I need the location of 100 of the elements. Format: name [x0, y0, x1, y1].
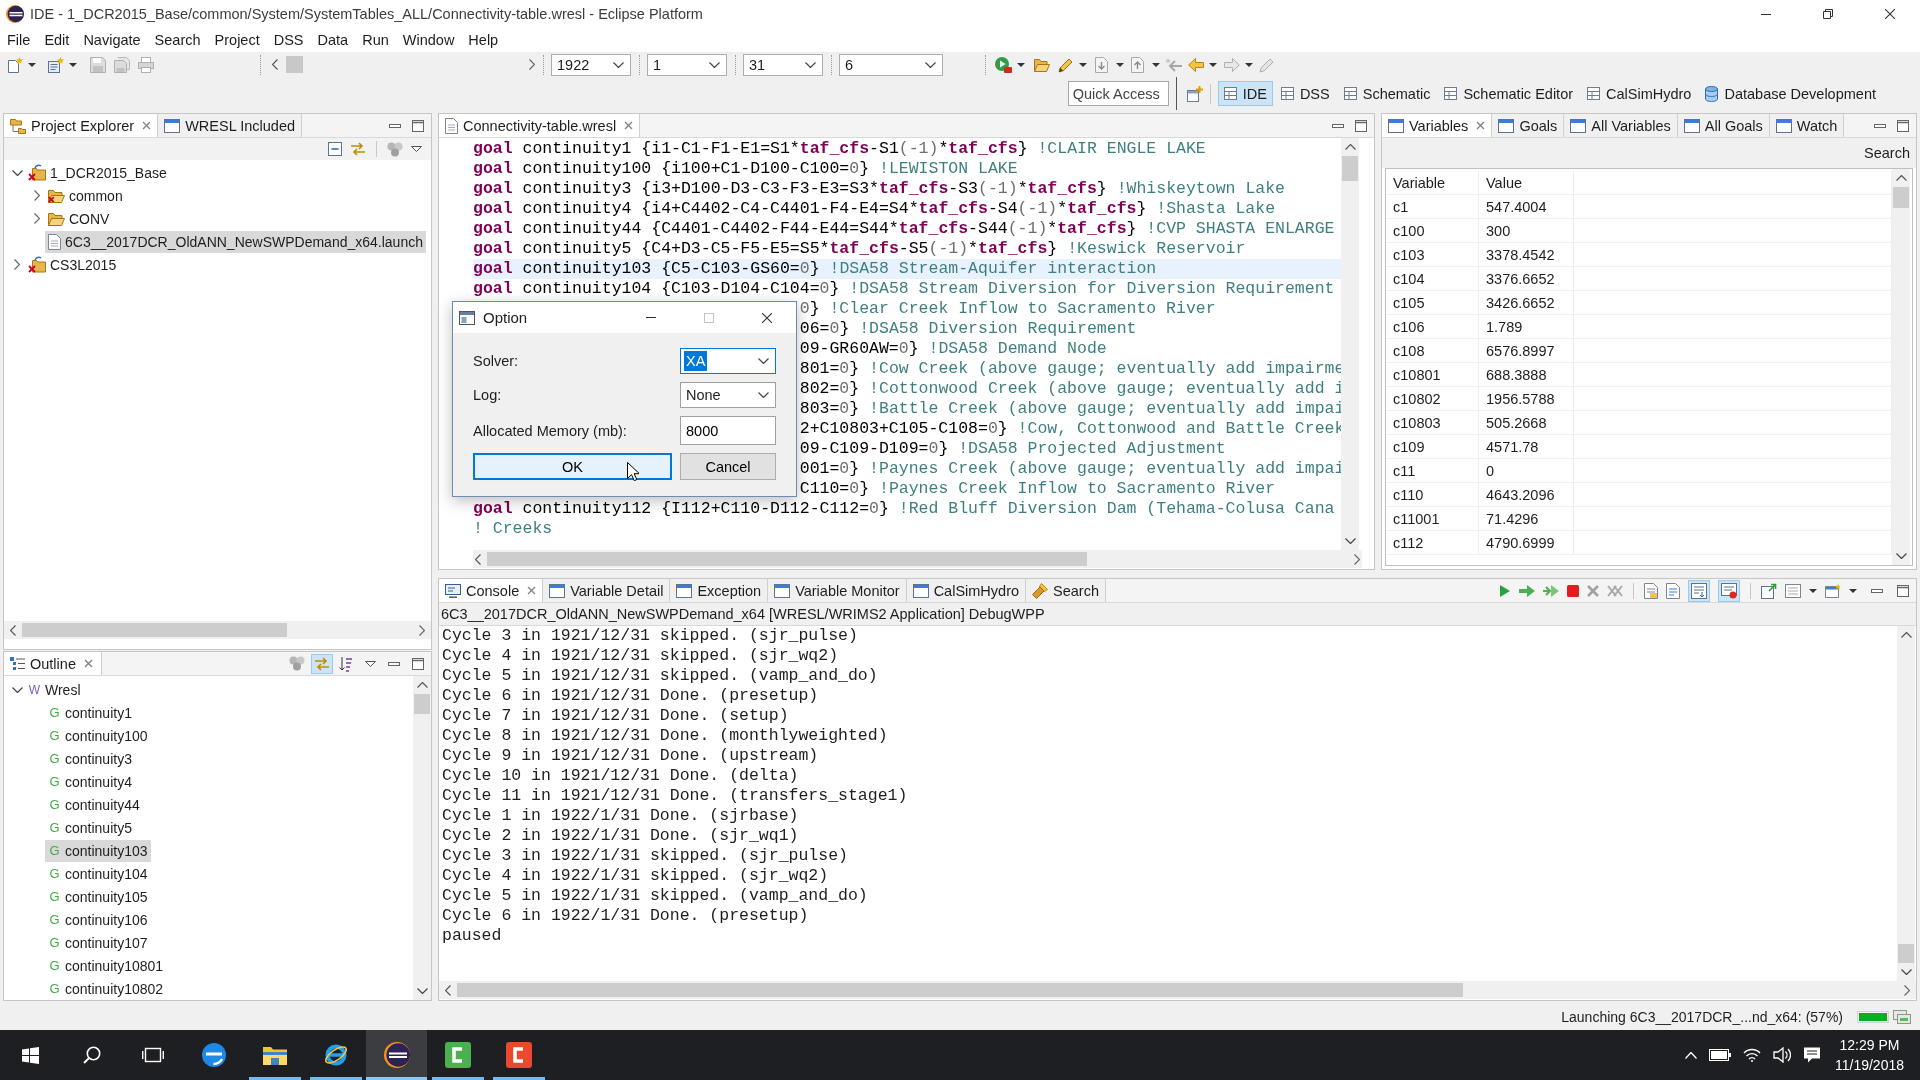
scroll-left-icon[interactable] [445, 984, 451, 996]
tree-item[interactable]: CONV [45, 207, 113, 230]
chevron-right-icon[interactable] [14, 259, 20, 270]
dropdown-arrow-icon[interactable] [1152, 62, 1160, 67]
column-header[interactable]: Value [1479, 171, 1574, 194]
horizontal-scrollbar[interactable] [439, 981, 1916, 999]
back-star-arrow-icon[interactable] [1165, 57, 1182, 72]
tree-item[interactable]: G continuity10802 [45, 977, 167, 1000]
menu-item[interactable]: Window [402, 32, 455, 48]
chevron-right-icon[interactable] [34, 190, 40, 201]
tree-item[interactable]: CS3L2015 [25, 253, 120, 276]
stop-icon[interactable] [1567, 584, 1579, 597]
scrollbar-thumb[interactable] [457, 983, 1463, 997]
scrollbar-thumb[interactable] [414, 694, 430, 714]
tree-item[interactable]: G continuity103 [45, 839, 151, 862]
menu-item[interactable]: Navigate [83, 32, 141, 48]
toggle-button[interactable] [1688, 579, 1710, 602]
scroll-down-icon[interactable] [1895, 553, 1907, 559]
minimize-icon[interactable] [1874, 123, 1886, 128]
wifi-icon[interactable] [1742, 1048, 1761, 1062]
volume-icon[interactable] [1772, 1047, 1791, 1063]
perspective-button[interactable]: Database Development [1699, 81, 1882, 106]
tree-item[interactable]: G continuity100 [45, 724, 151, 747]
notification-icon[interactable] [1802, 1046, 1821, 1064]
taskbar-button[interactable] [366, 1030, 427, 1080]
tree-item[interactable]: G continuity105 [45, 885, 151, 908]
dropdown[interactable]: XA [680, 348, 776, 374]
tree-item[interactable]: G continuity107 [45, 931, 151, 954]
dialog-button[interactable]: Cancel [680, 453, 776, 480]
restore-icon[interactable] [1823, 9, 1833, 19]
tree-item[interactable]: G continuity104 [45, 862, 151, 885]
editor-tab[interactable]: Connectivity-table.wresl [439, 114, 641, 137]
view-tab[interactable]: Variable Monitor [768, 579, 907, 602]
dropdown-arrow-icon[interactable] [1245, 62, 1253, 67]
tree-item[interactable]: G continuity44 [45, 793, 143, 816]
dropdown[interactable]: 31 [743, 53, 823, 76]
view-tab[interactable]: Goals [1492, 114, 1565, 137]
clock-date[interactable]: 11/19/2018 [1834, 1055, 1904, 1075]
maximize-icon[interactable] [412, 119, 424, 132]
scroll-down-icon[interactable] [1344, 538, 1356, 544]
menu-item[interactable]: Project [214, 32, 260, 48]
scroll-up-icon[interactable] [416, 682, 428, 688]
play-icon[interactable] [1499, 583, 1511, 598]
vertical-scrollbar[interactable] [413, 676, 431, 1000]
perspective-button[interactable]: Schematic Editor [1438, 81, 1580, 106]
chevron-down-icon[interactable] [11, 686, 23, 693]
view-tab[interactable]: Search [1026, 579, 1106, 602]
dropdown-arrow-icon[interactable] [1849, 588, 1857, 593]
vertical-scrollbar[interactable] [1892, 169, 1910, 565]
new-file-icon[interactable] [7, 56, 23, 73]
battery-icon[interactable] [1708, 1049, 1731, 1061]
dropdown-arrow-icon[interactable] [28, 62, 36, 67]
tree-item[interactable]: G continuity106 [45, 908, 151, 931]
horizontal-scrollbar[interactable] [473, 550, 1362, 568]
page-lines-icon[interactable] [1666, 582, 1680, 599]
perspective-button[interactable]: CalSimHydro [1581, 81, 1698, 106]
scrollbar-thumb[interactable] [1893, 187, 1909, 208]
scroll-right-icon[interactable] [1904, 984, 1910, 996]
dropdown-arrow-icon[interactable] [1209, 62, 1217, 67]
dropdown-arrow-icon[interactable] [1809, 588, 1817, 593]
tree-item[interactable]: G continuity4 [45, 770, 135, 793]
dropdown-arrow-icon[interactable] [1017, 62, 1025, 67]
close-icon[interactable] [1885, 9, 1895, 19]
horizontal-scrollbar[interactable] [4, 621, 431, 639]
view-tab[interactable]: WRESL Included [158, 114, 303, 137]
tree-item[interactable]: common [45, 184, 126, 207]
minimize-icon[interactable] [1761, 13, 1771, 15]
maximize-icon[interactable] [1897, 119, 1909, 132]
view-tab[interactable]: Console [439, 579, 544, 602]
close-icon[interactable] [762, 312, 772, 323]
menu-item[interactable]: DSS [273, 32, 304, 48]
scroll-up-icon[interactable] [1344, 144, 1356, 150]
view-menu-icon[interactable] [365, 660, 376, 667]
maximize-icon[interactable] [412, 657, 424, 670]
view-tab[interactable]: Watch [1769, 114, 1845, 137]
menu-item[interactable]: Help [468, 32, 499, 48]
new-document-icon[interactable] [48, 56, 64, 73]
tree-item[interactable]: W Wresl [25, 678, 84, 701]
view-tab[interactable]: Exception [670, 579, 769, 602]
quick-access-field[interactable]: Quick Access [1067, 81, 1169, 106]
chevron-right-icon[interactable] [529, 59, 535, 70]
new-window-icon[interactable] [1825, 583, 1841, 598]
vertical-scrollbar[interactable] [1897, 626, 1915, 981]
chevron-down-icon[interactable] [11, 169, 23, 176]
scrollbar-thumb[interactable] [1342, 156, 1358, 181]
search-label[interactable]: Search [1864, 145, 1910, 161]
view-tab[interactable]: Variables [1382, 114, 1493, 137]
scrollbar-thumb[interactable] [487, 552, 1087, 566]
dialog-button[interactable]: OK [473, 453, 672, 480]
tree-item[interactable]: G continuity5 [45, 816, 135, 839]
collapse-all-icon[interactable] [328, 142, 342, 156]
menu-item[interactable]: Search [154, 32, 201, 48]
caret-up-icon[interactable] [1684, 1051, 1697, 1059]
display-console-icon[interactable] [1785, 583, 1801, 598]
link-arrows-icon[interactable] [350, 142, 366, 156]
minimize-icon[interactable] [388, 661, 400, 666]
scrollbar-thumb[interactable] [22, 623, 287, 637]
minimize-icon[interactable] [1332, 123, 1344, 128]
perspective-button[interactable]: Schematic [1337, 81, 1437, 106]
chevron-right-icon[interactable] [34, 213, 40, 224]
